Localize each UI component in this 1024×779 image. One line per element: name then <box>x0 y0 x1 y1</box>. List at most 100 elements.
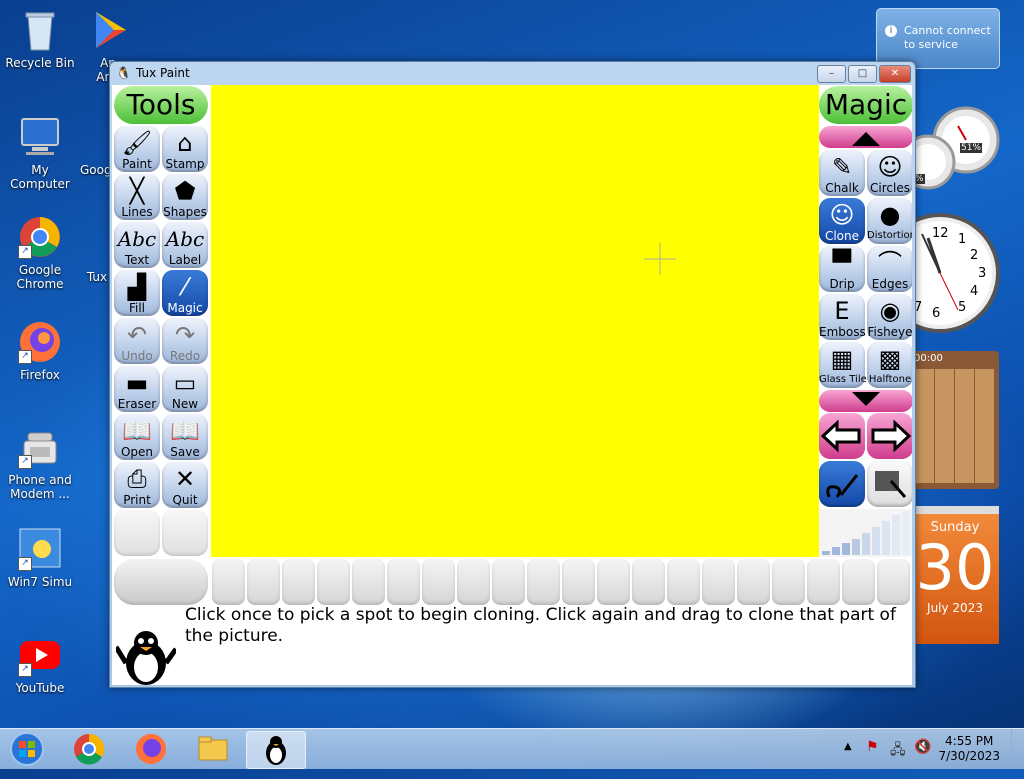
notification-toast[interactable]: i Cannot connect to service <box>876 8 1000 69</box>
maximize-button[interactable]: □ <box>848 65 877 83</box>
tool-label-button[interactable]: Abc Label <box>162 222 208 268</box>
magic-drip-button[interactable]: ▀ Drip <box>819 246 865 292</box>
fullscreen-wand-icon <box>875 471 907 498</box>
network-icon[interactable]: 🖧 <box>890 739 906 763</box>
tool-shapes-button[interactable]: ⬟ Shapes <box>162 174 208 220</box>
tool-print-button[interactable]: ⎙ Print <box>114 462 160 508</box>
tool-fill-button[interactable]: ▟ Fill <box>114 270 160 316</box>
tool-label: Magic <box>167 301 203 315</box>
calendar-gadget: Sunday 30 July 2023 <box>911 506 999 644</box>
phone-icon: ↗ <box>18 425 62 469</box>
picture-puzzle-gadget[interactable]: 00:00 <box>911 351 999 489</box>
color-swatch[interactable] <box>667 559 700 605</box>
color-swatch[interactable] <box>422 559 455 605</box>
color-swatch[interactable] <box>597 559 630 605</box>
desktop-icon-google[interactable]: Goog <box>80 115 110 177</box>
color-swatch[interactable] <box>702 559 735 605</box>
clock-date: 7/30/2023 <box>938 749 1000 763</box>
action-center-icon[interactable]: ⚑ <box>866 739 879 755</box>
tool-eraser-button[interactable]: ▬ Eraser <box>114 366 160 412</box>
tool-stamp-button[interactable]: ⌂ Stamp <box>162 126 208 172</box>
magic-glass-tile-button[interactable]: ▦ Glass Tile <box>819 342 867 388</box>
tool-open-button[interactable]: 📖 Open <box>114 414 160 460</box>
color-swatch[interactable] <box>492 559 525 605</box>
minimize-button[interactable]: – <box>817 65 846 83</box>
magic-circles-button[interactable]: ☺ Circles <box>867 150 912 196</box>
magic-halftone-button[interactable]: ▩ Halftone <box>867 342 912 388</box>
undo-icon: ↶ <box>126 321 148 349</box>
color-swatch[interactable] <box>632 559 665 605</box>
volume-muted-icon[interactable]: 🔇 <box>914 739 931 755</box>
tool-label: Save <box>170 445 200 459</box>
color-swatch[interactable] <box>457 559 490 605</box>
tool-text-button[interactable]: Abc Text <box>114 222 160 268</box>
tool-undo-button[interactable]: ↶ Undo <box>114 318 160 364</box>
tool-lines-button[interactable]: ╳ Lines <box>114 174 160 220</box>
scroll-down-button[interactable] <box>819 390 912 412</box>
tool-label: Shapes <box>163 205 207 219</box>
color-swatch[interactable] <box>737 559 770 605</box>
taskbar-tux-paint[interactable] <box>246 731 306 769</box>
color-swatch[interactable] <box>317 559 350 605</box>
color-swatch[interactable] <box>282 559 315 605</box>
tool-redo-button[interactable]: ↷ Redo <box>162 318 208 364</box>
tool-magic-button[interactable]: ⁄ Magic <box>162 270 208 316</box>
magic-chalk-button[interactable]: ✎ Chalk <box>819 150 865 196</box>
desktop-icon-my-computer[interactable]: My Computer <box>0 115 80 191</box>
magic-distortion-button[interactable]: ● Distortion <box>867 198 912 244</box>
color-swatch[interactable] <box>562 559 595 605</box>
color-swatch[interactable] <box>527 559 560 605</box>
empty-tool-slot <box>162 510 208 556</box>
tool-label: Eraser <box>117 397 157 411</box>
desktop-icon-label: Recycle Bin <box>5 56 75 70</box>
start-button[interactable] <box>2 731 52 767</box>
tool-quit-button[interactable]: ✕ Quit <box>162 462 208 508</box>
color-swatch[interactable] <box>387 559 420 605</box>
color-swatch[interactable] <box>807 559 840 605</box>
clock-gadget: 12 1 2 3 4 5 6 7 <box>880 212 1000 334</box>
next-page-button[interactable] <box>867 413 912 459</box>
magic-mode-paint-button[interactable] <box>819 461 865 507</box>
desktop-icon-win7-simu[interactable]: ↗ Win7 Simu <box>0 527 80 589</box>
taskbar-chrome[interactable] <box>62 731 116 767</box>
color-swatch[interactable] <box>772 559 805 605</box>
magic-edges-button[interactable]: ⌒ Edges <box>867 246 912 292</box>
shortcut-arrow-icon: ↗ <box>18 245 32 259</box>
tool-label: Redo <box>169 349 201 363</box>
magic-fisheye-button[interactable]: ◉ Fisheye <box>867 294 912 340</box>
scroll-up-button[interactable] <box>819 126 912 148</box>
show-desktop-button[interactable] <box>1011 729 1024 769</box>
color-swatch[interactable] <box>352 559 385 605</box>
title-bar[interactable]: 🐧 Tux Paint – □ ✕ <box>110 62 915 84</box>
taskbar-firefox[interactable] <box>124 731 178 767</box>
tux-paint-client: Tools 🖌 Paint ⌂ Stamp ╳ Lines ⬟ Shapes Abc Text Ab… <box>112 85 912 685</box>
tool-save-button[interactable]: 📖 Save <box>162 414 208 460</box>
magic-label: Circles <box>870 181 910 195</box>
youtube-icon: ↗ <box>18 633 62 677</box>
previous-page-button[interactable] <box>819 413 865 459</box>
system-clock[interactable]: 4:55 PM 7/30/2023 <box>938 734 1000 764</box>
tool-label: Open <box>120 445 154 459</box>
close-button[interactable]: ✕ <box>879 65 911 83</box>
desktop-icon-recycle-bin[interactable]: Recycle Bin <box>0 8 80 70</box>
tool-new-button[interactable]: ▭ New <box>162 366 208 412</box>
brush-size-slider[interactable] <box>819 509 912 557</box>
magic-mode-fullscreen-button[interactable] <box>867 461 912 507</box>
desktop-icon-tux[interactable]: Tux <box>84 222 110 284</box>
taskbar-explorer[interactable] <box>186 731 240 767</box>
color-swatch[interactable] <box>247 559 280 605</box>
show-hidden-icons-button[interactable]: ▲ <box>844 741 852 752</box>
color-swatch[interactable] <box>842 559 875 605</box>
desktop-icon-google-chrome[interactable]: ↗ Google Chrome <box>0 215 80 291</box>
puzzle-grid[interactable] <box>915 369 995 483</box>
color-swatch[interactable] <box>212 559 245 605</box>
tool-paint-button[interactable]: 🖌 Paint <box>114 126 160 172</box>
drawing-canvas[interactable] <box>211 85 819 557</box>
desktop-icon-phone-modem[interactable]: ↗ Phone and Modem ... <box>0 425 80 501</box>
desktop-icon-firefox[interactable]: ↗ Firefox <box>0 320 80 382</box>
desktop-icon-youtube[interactable]: ↗ YouTube <box>0 633 80 695</box>
magic-label: Clone <box>824 229 860 243</box>
magic-emboss-button[interactable]: E Emboss <box>819 294 866 340</box>
color-swatch[interactable] <box>877 559 910 605</box>
magic-clone-button[interactable]: ☺ Clone <box>819 198 865 244</box>
